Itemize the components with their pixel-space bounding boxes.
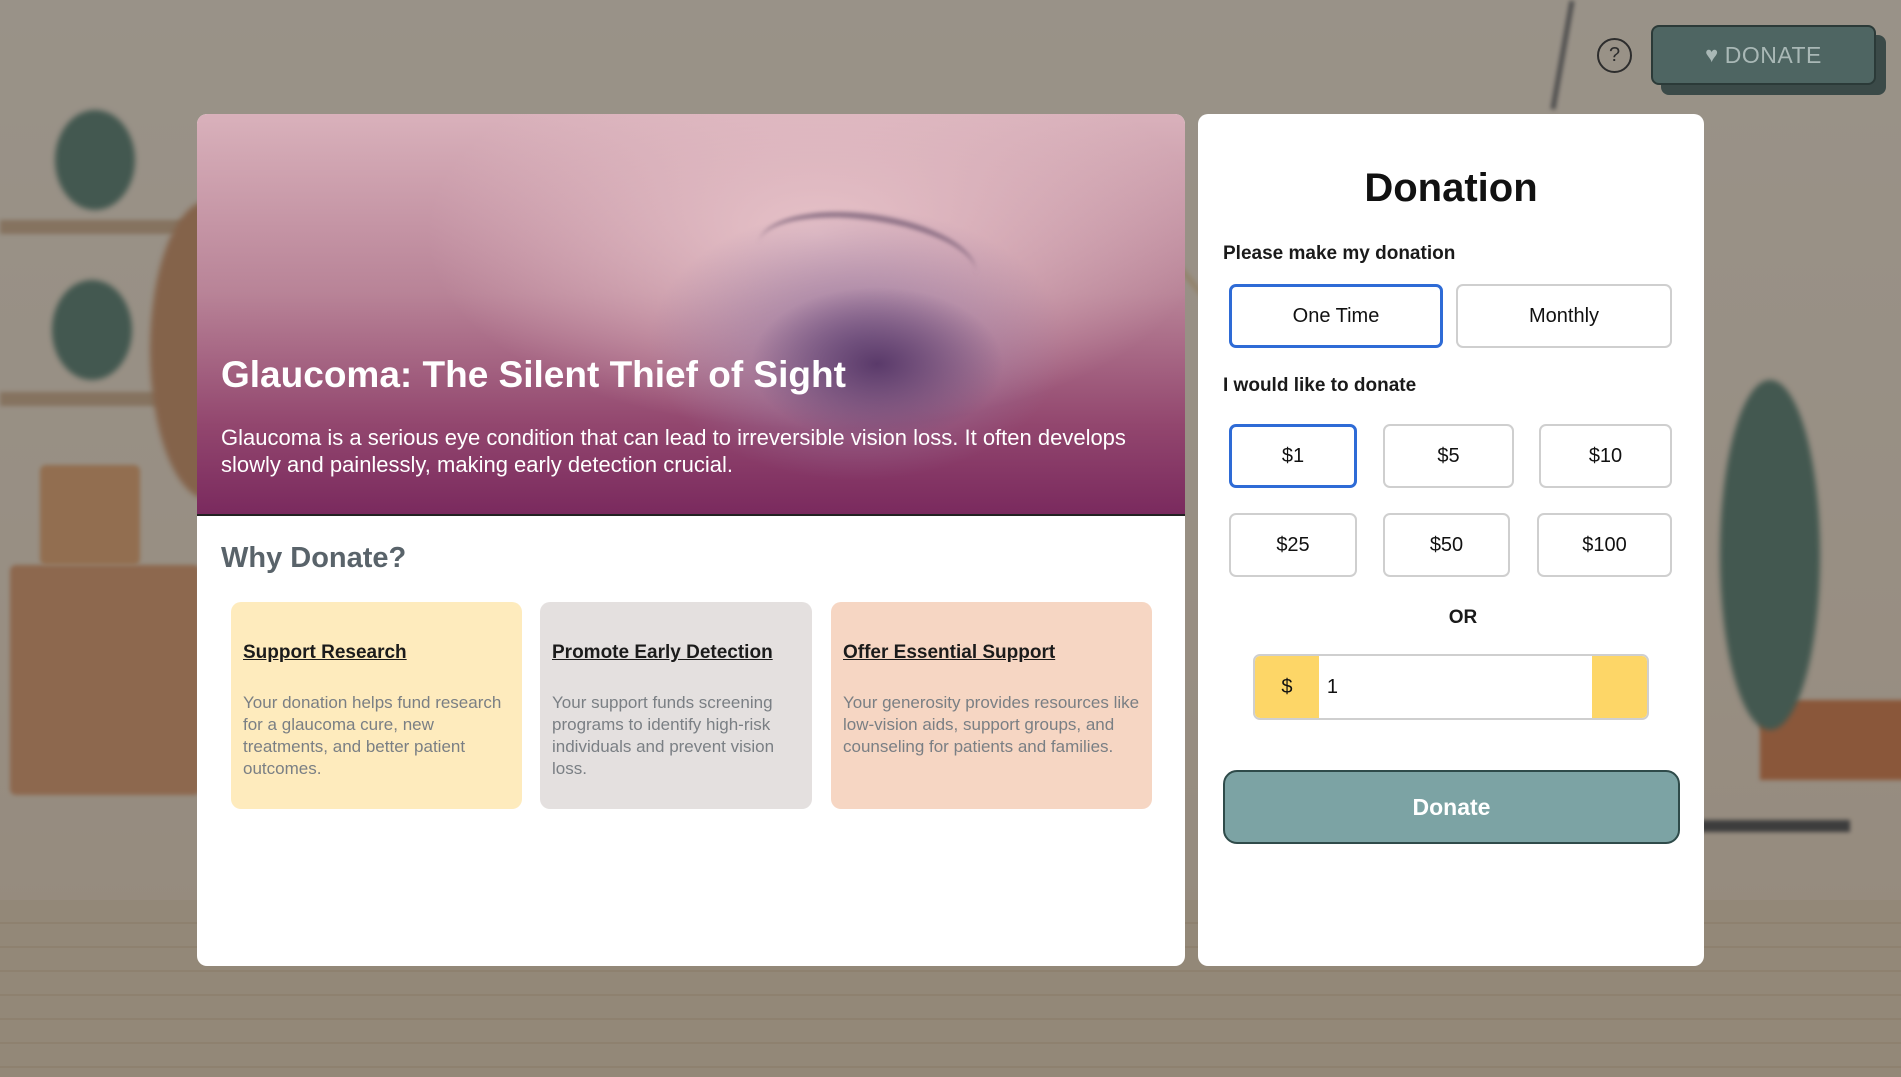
amount-25-button[interactable]: $25: [1229, 513, 1357, 577]
reason-body: Your donation helps fund research for a …: [243, 693, 502, 778]
reason-card-support: Offer Essential Support Your generosity …: [831, 602, 1152, 809]
info-card: Glaucoma: The Silent Thief of Sight Glau…: [197, 114, 1185, 966]
reason-title[interactable]: Promote Early Detection: [552, 642, 773, 664]
reason-body: Your support funds screening programs to…: [552, 693, 775, 778]
reason-title[interactable]: Support Research: [243, 642, 407, 664]
donation-card: Donation Please make my donation One Tim…: [1198, 114, 1704, 966]
donation-title: Donation: [1364, 166, 1538, 210]
header-donate-button[interactable]: ♥ DONATE: [1651, 25, 1876, 85]
hero-banner: Glaucoma: The Silent Thief of Sight Glau…: [197, 114, 1185, 516]
donate-submit-button[interactable]: Donate: [1223, 770, 1680, 844]
help-button[interactable]: ?: [1597, 38, 1632, 73]
amount-10-button[interactable]: $10: [1539, 424, 1672, 488]
amount-50-button[interactable]: $50: [1383, 513, 1510, 577]
reason-body: Your generosity provides resources like …: [843, 693, 1140, 756]
frequency-monthly-button[interactable]: Monthly: [1456, 284, 1672, 348]
why-donate-heading: Why Donate?: [221, 542, 407, 574]
heart-icon: ♥: [1705, 42, 1719, 67]
reason-card-research: Support Research Your donation helps fun…: [231, 602, 522, 809]
custom-amount-addon: [1591, 656, 1647, 718]
amount-5-button[interactable]: $5: [1383, 424, 1514, 488]
or-divider-label: OR: [1448, 607, 1478, 628]
amount-label: I would like to donate: [1223, 375, 1417, 396]
question-circle-icon: ?: [1608, 44, 1621, 66]
currency-symbol: $: [1255, 656, 1319, 718]
frequency-one-time-button[interactable]: One Time: [1229, 284, 1443, 348]
custom-amount-input[interactable]: [1318, 656, 1592, 718]
reason-card-detection: Promote Early Detection Your support fun…: [540, 602, 812, 809]
header-donate-label: DONATE: [1724, 41, 1822, 68]
reason-title[interactable]: Offer Essential Support: [843, 642, 1055, 664]
hero-title: Glaucoma: The Silent Thief of Sight: [221, 354, 846, 395]
amount-1-button[interactable]: $1: [1229, 424, 1357, 488]
hero-subtitle: Glaucoma is a serious eye condition that…: [221, 425, 1126, 477]
frequency-label: Please make my donation: [1223, 243, 1456, 264]
custom-amount-field: $: [1253, 654, 1649, 720]
amount-100-button[interactable]: $100: [1537, 513, 1672, 577]
